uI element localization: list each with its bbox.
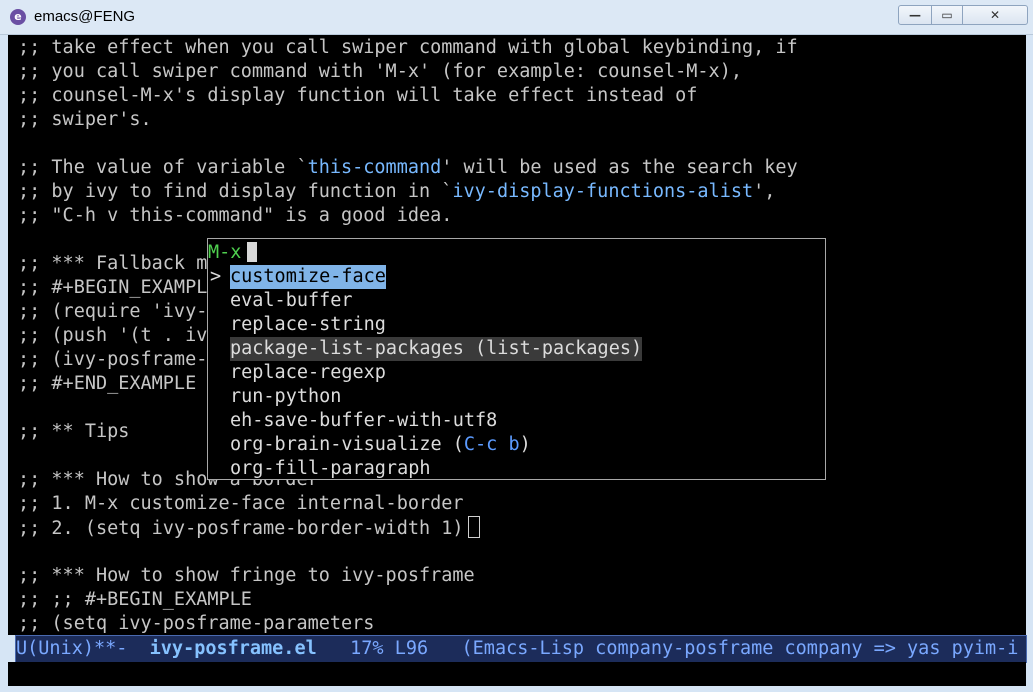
code-line: ;; #+BEGIN_EXAMPLE [18,277,219,298]
mx-prompt[interactable]: M-x [208,241,258,265]
selection-arrow-icon: > [210,266,222,287]
modeline-modes[interactable]: (Emacs-Lisp company-posframe company => … [462,638,1019,659]
maximize-button[interactable]: ▭ [931,5,963,25]
candidate-keybinding: C-c b [463,434,520,455]
modeline-coding: U(Unix)**- [16,638,150,659]
text: ', [753,181,776,202]
code-line: ;; #+END_EXAMPLE [18,373,197,394]
code-line: ;; The value of variable `this-command' … [18,156,798,180]
code-line: ;; swiper's. [18,109,152,130]
code-line: ;; you call swiper command with 'M-x' (f… [18,61,742,82]
title-bar: e emacs@FENG — ▭ ✕ [0,0,1033,35]
candidate-item[interactable]: org-brain-visualize (C-c b) [230,433,531,457]
prompt-label: M-x [208,242,242,263]
code-line: ;; 2. (setq ivy-posframe-border-width 1) [18,516,480,540]
code-line: ;; "C-h v this-command" is a good idea. [18,205,453,226]
text-cursor [467,516,480,538]
code-line: ;; take effect when you call swiper comm… [18,37,798,58]
candidate-label: org-brain-visualize ( [230,434,464,455]
text: ;; by ivy to find display function in ` [18,181,453,202]
code-line: ;; *** How to show fringe to ivy-posfram… [18,565,475,586]
highlight-this-command: this-command [307,157,442,178]
candidate-item[interactable]: org-fill-paragraph [230,457,430,479]
candidate-item[interactable]: replace-regexp [230,361,386,385]
highlight-alist: ivy-display-functions-alist [452,181,754,202]
code-line: ;; counsel-M-x's display function will t… [18,85,698,106]
code-line: ;; by ivy to find display function in `i… [18,180,775,204]
code-line: ;; (setq ivy-posframe-parameters [18,613,375,634]
modeline-buffer-name[interactable]: ivy-posframe.el [150,638,317,659]
window-title: emacs@FENG [34,8,136,25]
candidate-item[interactable]: customize-face [230,265,386,289]
minimize-button[interactable]: — [898,5,932,25]
candidate-item[interactable]: eval-buffer [230,289,353,313]
code-line: ;; 1. M-x customize-face internal-border [18,493,464,514]
minibuffer[interactable] [8,662,1026,686]
emacs-icon: e [10,9,26,25]
close-button[interactable]: ✕ [962,5,1028,25]
code-line: ;; ;; #+BEGIN_EXAMPLE [18,589,252,610]
candidate-item[interactable]: eh-save-buffer-with-utf8 [230,409,497,433]
text: ;; 2. (setq ivy-posframe-border-width 1) [18,518,464,539]
mode-line: U(Unix)**- ivy-posframe.el 17% L96 (Emac… [15,635,1027,663]
code-line: ;; ** Tips [18,421,130,442]
candidate-label-end: ) [519,434,531,455]
modeline-position: 17% L96 [316,638,462,659]
candidate-item[interactable]: run-python [230,385,341,409]
candidate-item[interactable]: package-list-packages (list-packages) [230,337,643,361]
ivy-posframe-popup: M-x > customize-face eval-buffer replace… [207,238,826,480]
candidate-item[interactable]: replace-string [230,313,386,337]
text: ;; The value of variable ` [18,157,308,178]
prompt-cursor [247,242,258,262]
text: ' will be used as the search key [441,157,798,178]
